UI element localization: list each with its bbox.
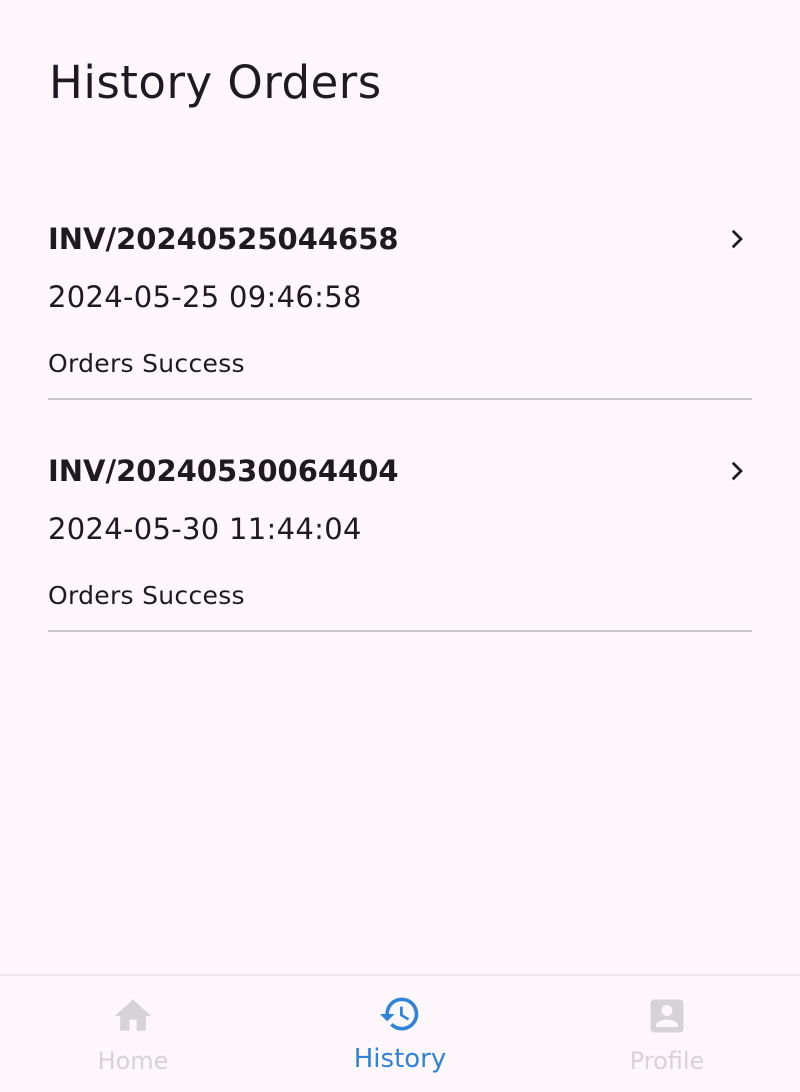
nav-item-history[interactable]: History [267,976,533,1092]
home-icon [114,999,152,1031]
nav-label-history: History [353,1044,447,1074]
order-invoice-number: INV/20240530064404 [48,454,399,488]
divider [48,630,752,632]
divider [48,398,752,400]
chevron-right-icon[interactable] [722,224,752,254]
history-icon [379,997,419,1031]
nav-item-profile[interactable]: Profile [534,976,800,1092]
nav-label-profile: Profile [629,1047,705,1075]
order-status: Orders Success [48,581,245,610]
order-date: 2024-05-30 11:44:04 [48,512,362,546]
nav-label-home: Home [97,1047,169,1075]
order-date: 2024-05-25 09:46:58 [48,280,362,314]
profile-icon [650,999,684,1033]
bottom-navigation-bar: Home History Profile [0,974,800,1092]
order-invoice-number: INV/20240525044658 [48,222,399,256]
nav-item-home[interactable]: Home [0,976,266,1092]
page-title: History Orders [49,56,382,109]
order-list: INV/20240525044658 2024-05-25 09:46:58 O… [48,208,752,672]
order-item[interactable]: INV/20240525044658 2024-05-25 09:46:58 O… [48,208,752,440]
order-item[interactable]: INV/20240530064404 2024-05-30 11:44:04 O… [48,440,752,672]
chevron-right-icon[interactable] [722,456,752,486]
order-status: Orders Success [48,349,245,378]
